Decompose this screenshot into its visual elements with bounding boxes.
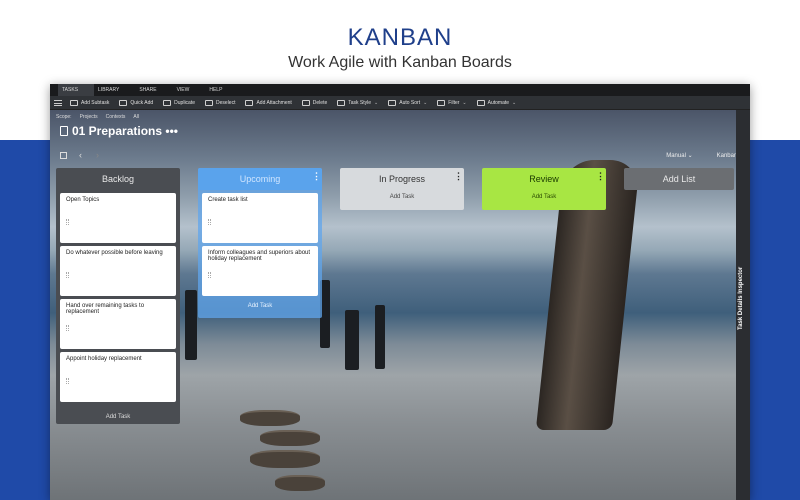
quick-add-icon <box>119 99 128 106</box>
toolbar: Add Subtask Quick Add Duplicate Deselect… <box>50 96 750 110</box>
more-icon[interactable]: ⋮ <box>596 172 605 181</box>
menu-tab-tasks[interactable]: TASKS <box>58 84 95 96</box>
sort-icon <box>388 99 397 106</box>
column-upcoming: Upcoming ⋮ Create task list Inform collea… <box>198 168 322 318</box>
task-card[interactable]: Do whatever possible before leaving <box>60 246 176 296</box>
task-style-button[interactable]: Task Style ⌄ <box>337 99 379 106</box>
column-title[interactable]: Backlog <box>56 168 180 190</box>
menu-tab-share[interactable]: SHARE <box>135 84 172 96</box>
hero-subtitle: Work Agile with Kanban Boards <box>288 54 512 71</box>
duplicate-button[interactable]: Duplicate <box>163 99 195 106</box>
auto-sort-button[interactable]: Auto Sort ⌄ <box>388 99 428 106</box>
drag-handle-icon[interactable] <box>66 325 69 331</box>
delete-button[interactable]: Delete <box>301 99 327 106</box>
view-controls: Manual ⌄ Kanban ⌄ <box>642 152 744 159</box>
column-backlog: Backlog Open Topics Do whatever possible… <box>56 168 180 424</box>
attachment-icon <box>245 99 254 106</box>
column-in-progress: In Progress ⋮ Add Task <box>340 168 464 210</box>
sort-mode-select[interactable]: Manual ⌄ <box>654 152 692 159</box>
beach-post <box>345 310 359 370</box>
rock <box>240 410 300 426</box>
deselect-icon <box>205 99 214 106</box>
filter-icon <box>437 99 446 106</box>
menu-tab-view[interactable]: VIEW <box>173 84 206 96</box>
add-task-button[interactable]: Add Task <box>198 299 322 313</box>
column-review: Review ⋮ Add Task <box>482 168 606 210</box>
task-card[interactable]: Create task list <box>202 193 318 243</box>
rock <box>260 430 320 446</box>
forward-arrow-icon[interactable]: › <box>96 150 99 160</box>
drag-handle-icon[interactable] <box>66 272 69 278</box>
delete-icon <box>301 99 310 106</box>
quick-add-button[interactable]: Quick Add <box>119 99 153 106</box>
deselect-button[interactable]: Deselect <box>205 99 235 106</box>
filter-button[interactable]: Filter ⌄ <box>437 99 467 106</box>
menu-tab-help[interactable]: HELP <box>205 84 238 96</box>
chevron-down-icon: ⌄ <box>374 99 379 106</box>
chevron-down-icon: ⌄ <box>512 99 517 106</box>
column-title[interactable]: In Progress ⋮ <box>340 168 464 190</box>
app-window: TASKS LIBRARY SHARE VIEW HELP Add Subtas… <box>50 84 750 500</box>
add-task-button[interactable]: Add Task <box>340 190 464 204</box>
back-arrow-icon[interactable]: ‹ <box>79 150 82 160</box>
add-subtask-icon <box>70 99 78 106</box>
project-title[interactable]: 01 Preparations ••• <box>60 124 178 138</box>
document-icon <box>60 126 68 136</box>
scope-projects[interactable]: Projects <box>80 114 98 120</box>
drag-handle-icon[interactable] <box>66 378 69 384</box>
scope-all[interactable]: All <box>133 114 139 120</box>
inspector-label: Task Details Inspector <box>738 266 744 330</box>
inspector-panel[interactable]: Task Details Inspector <box>736 110 750 500</box>
scope-contexts[interactable]: Contexts <box>106 114 126 120</box>
task-card[interactable]: Hand over remaining tasks to replacement <box>60 299 176 349</box>
grid-icon[interactable] <box>60 151 67 159</box>
add-task-button[interactable]: Add Task <box>56 410 180 424</box>
scope-label: Scope: <box>56 114 72 120</box>
add-subtask-button[interactable]: Add Subtask <box>70 99 109 106</box>
drag-handle-icon[interactable] <box>66 219 69 225</box>
chevron-down-icon: ⌄ <box>462 99 467 106</box>
menu-tab-library[interactable]: LIBRARY <box>94 84 135 96</box>
more-icon[interactable]: ⋮ <box>454 172 463 181</box>
more-icon[interactable]: ⋮ <box>312 172 321 181</box>
task-card[interactable]: Inform colleagues and superiors about ho… <box>202 246 318 296</box>
rock <box>250 450 320 468</box>
column-title[interactable]: Review ⋮ <box>482 168 606 190</box>
board-background: Scope: Projects Contexts All 01 Preparat… <box>50 110 750 500</box>
add-task-button[interactable]: Add Task <box>482 190 606 204</box>
menubar: TASKS LIBRARY SHARE VIEW HELP <box>50 84 750 96</box>
beach-post <box>185 290 197 360</box>
task-card[interactable]: Appoint holiday replacement <box>60 352 176 402</box>
hero-title: KANBAN <box>347 24 453 51</box>
add-list-button[interactable]: Add List <box>624 168 734 190</box>
duplicate-icon <box>163 99 172 106</box>
drag-handle-icon[interactable] <box>208 219 211 225</box>
chevron-down-icon: ⌄ <box>423 99 428 106</box>
add-attachment-button[interactable]: Add Attachment <box>245 99 292 106</box>
task-style-icon <box>337 99 346 106</box>
board-nav: ‹ › <box>60 150 113 160</box>
task-card[interactable]: Open Topics <box>60 193 176 243</box>
scope-bar: Scope: Projects Contexts All <box>56 114 147 120</box>
menu-icon[interactable] <box>54 99 62 106</box>
automate-button[interactable]: Automate ⌄ <box>476 99 517 106</box>
rock <box>275 475 325 491</box>
beach-post <box>375 305 385 369</box>
column-title[interactable]: Upcoming ⋮ <box>198 168 322 190</box>
drag-handle-icon[interactable] <box>208 272 211 278</box>
automate-icon <box>476 99 485 106</box>
add-list-label: Add List <box>662 174 696 184</box>
